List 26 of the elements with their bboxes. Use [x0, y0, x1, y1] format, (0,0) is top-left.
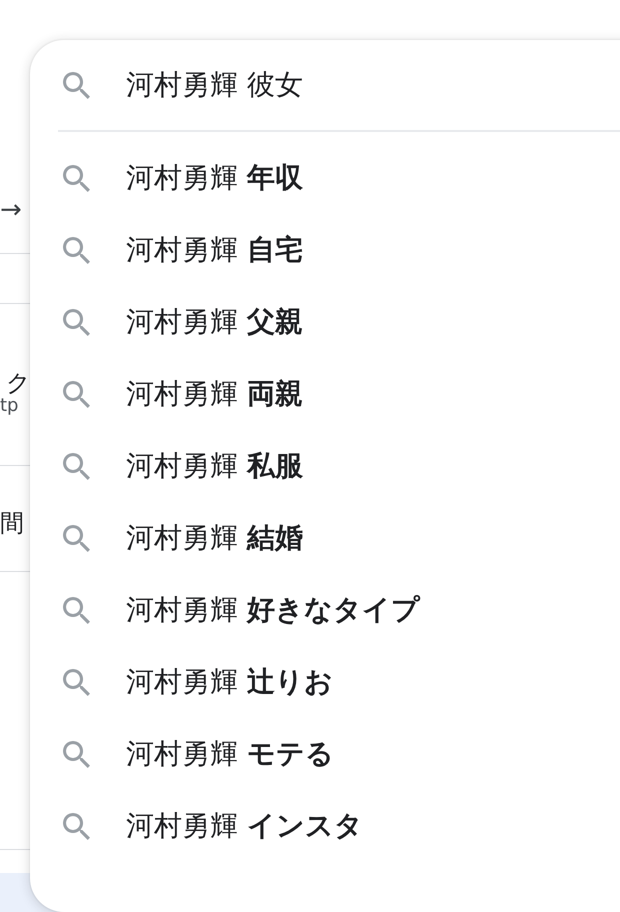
- search-icon: [63, 236, 90, 264]
- title-fragment: 間: [0, 509, 24, 537]
- arrow-glyph: →: [0, 194, 22, 227]
- suggestion-item[interactable]: 河村勇輝 好きなタイプ: [30, 574, 620, 646]
- suggestion-item[interactable]: 河村勇輝 自宅: [30, 214, 620, 286]
- search-icon: [63, 452, 90, 480]
- suggestion-item[interactable]: 河村勇輝 年収: [30, 142, 620, 214]
- suggestion-item[interactable]: 河村勇輝 モテる: [30, 718, 620, 790]
- search-icon: [63, 524, 90, 552]
- suggestion-item[interactable]: 河村勇輝 インスタ: [30, 790, 620, 862]
- search-field[interactable]: 河村勇輝 彼女: [126, 65, 620, 105]
- title-fragment: ク: [6, 369, 31, 397]
- suggestion-item[interactable]: 河村勇輝 辻りお: [30, 646, 620, 718]
- search-icon: [63, 164, 90, 192]
- search-icon: [63, 668, 90, 696]
- search-icon: [63, 596, 90, 624]
- search-icon: [63, 740, 90, 768]
- search-icon: [63, 308, 90, 336]
- url-fragment: tp: [0, 397, 18, 415]
- suggestion-item[interactable]: 河村勇輝 父親: [30, 286, 620, 358]
- suggestion-item[interactable]: 河村勇輝 結婚: [30, 502, 620, 574]
- search-icon: [63, 72, 90, 98]
- suggestion-item[interactable]: 河村勇輝 私服: [30, 430, 620, 502]
- search-icon: [63, 812, 90, 840]
- search-icon: [63, 380, 90, 408]
- suggestion-item[interactable]: 河村勇輝 両親: [30, 358, 620, 430]
